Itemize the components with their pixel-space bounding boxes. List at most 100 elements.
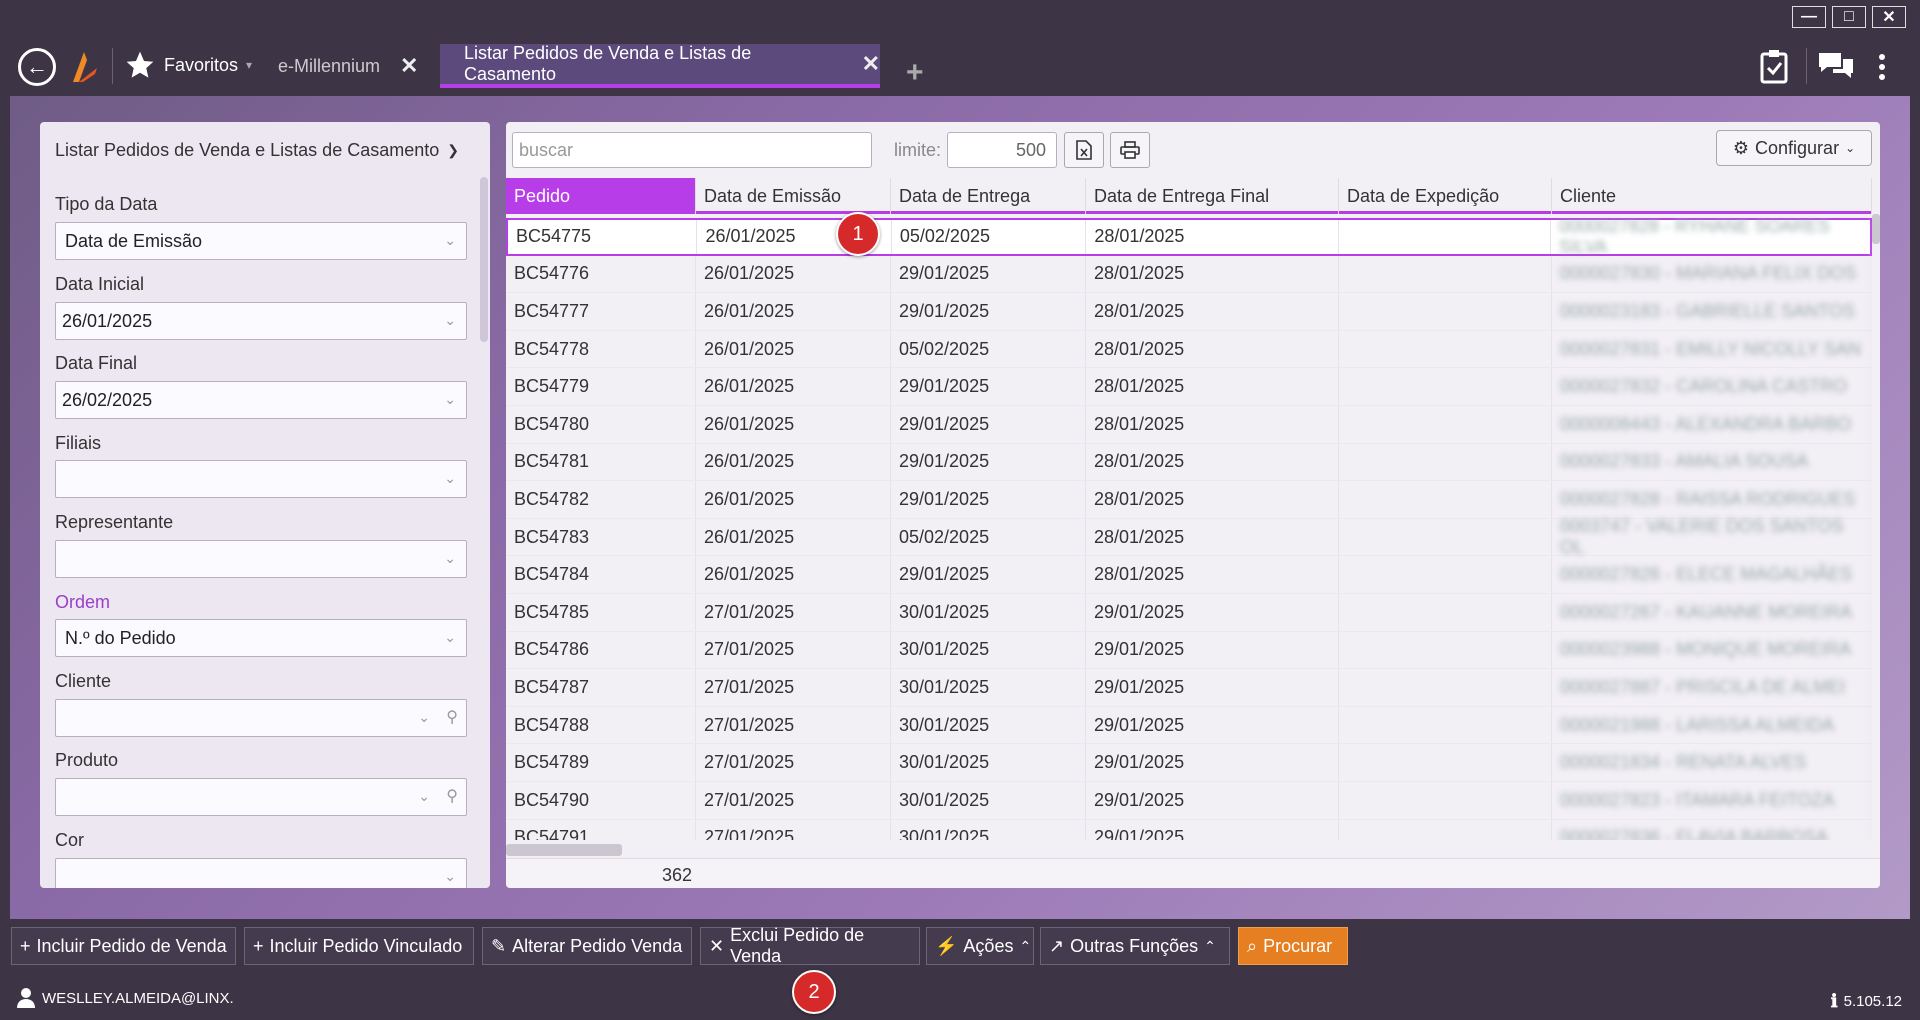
column-header[interactable]: Pedido xyxy=(506,178,696,214)
print-icon[interactable] xyxy=(1110,132,1150,168)
excluir-pedido-button[interactable]: ✕ Exclui Pedido de Venda xyxy=(700,925,920,966)
table-row[interactable]: BC54786 27/01/2025 30/01/2025 29/01/2025 000… xyxy=(506,631,1872,670)
table-cell: 05/02/2025 xyxy=(891,518,1086,556)
chevron-up-icon: ⌃ xyxy=(1019,937,1032,954)
close-tab-icon[interactable]: ✕ xyxy=(400,53,418,79)
table-row[interactable]: BC54785 27/01/2025 30/01/2025 29/01/2025 000… xyxy=(506,593,1872,632)
table-cell: BC54775 xyxy=(508,220,698,254)
table-cell: 28/01/2025 xyxy=(1086,481,1339,518)
tab-listar-pedidos[interactable]: Listar Pedidos de Venda e Listas de Casa… xyxy=(440,43,880,88)
column-header[interactable]: Data de Entrega xyxy=(891,178,1086,214)
table-row[interactable]: BC54784 26/01/2025 29/01/2025 28/01/2025 000… xyxy=(506,556,1872,594)
tipo-data-label: Tipo da Data xyxy=(55,194,158,214)
table-cell: BC54789 xyxy=(506,744,696,781)
table-cell: 0000027832 - CAROLINA CASTRO xyxy=(1552,368,1872,405)
table-row[interactable]: BC54790 27/01/2025 30/01/2025 29/01/2025 000… xyxy=(506,781,1872,820)
star-icon xyxy=(126,51,154,78)
filter-panel-title[interactable]: Listar Pedidos de Venda e Listas de Casa… xyxy=(55,140,459,161)
search-icon[interactable]: ⚲ xyxy=(446,707,458,727)
column-header[interactable]: Data de Emissão xyxy=(696,178,891,214)
table-cell: 29/01/2025 xyxy=(891,368,1086,405)
table-cell xyxy=(1339,781,1552,819)
representante-select[interactable]: ⌄ xyxy=(55,540,467,578)
chat-icon[interactable] xyxy=(1816,48,1856,84)
table-row[interactable]: BC54777 26/01/2025 29/01/2025 28/01/2025 000… xyxy=(506,293,1872,331)
filiais-select[interactable]: ⌄ xyxy=(55,460,467,498)
maximize-button[interactable]: □ xyxy=(1832,6,1866,28)
version-info[interactable]: ℹ 5.105.12 xyxy=(1831,991,1902,1012)
ordem-select[interactable]: N.º do Pedido ⌄ xyxy=(55,619,467,657)
search-icon[interactable]: ⚲ xyxy=(446,786,458,806)
tipo-data-select[interactable]: Data de Emissão ⌄ xyxy=(55,222,467,260)
table-cell: 0000027823 - ITAMARA FEITOZA xyxy=(1552,781,1872,819)
table-row[interactable]: BC54782 26/01/2025 29/01/2025 28/01/2025 000… xyxy=(506,481,1872,519)
table-row[interactable]: BC54778 26/01/2025 05/02/2025 28/01/2025 000… xyxy=(506,330,1872,369)
export-excel-icon[interactable] xyxy=(1064,132,1104,168)
table-row[interactable]: BC54776 26/01/2025 29/01/2025 28/01/2025 000… xyxy=(506,255,1872,294)
app-logo-icon[interactable] xyxy=(68,46,100,86)
data-inicial-field[interactable]: 26/01/2025 ⌄ xyxy=(55,302,467,340)
table-cell: 27/01/2025 xyxy=(696,706,891,744)
column-header[interactable]: Data de Entrega Final xyxy=(1086,178,1339,214)
minimize-button[interactable]: — xyxy=(1792,6,1826,28)
favorites-menu[interactable]: Favoritos ▾ xyxy=(124,48,252,82)
table-cell: 0000027831 - EMILLY NICOLLY SAN xyxy=(1552,330,1872,368)
horizontal-scrollbar[interactable] xyxy=(506,844,622,856)
table-cell: 05/02/2025 xyxy=(892,220,1087,254)
table-row[interactable]: BC54791 27/01/2025 30/01/2025 29/01/2025 000… xyxy=(506,819,1872,840)
table-cell: 0000027830 - MARIANA FELIX DOS xyxy=(1552,255,1872,293)
table-cell: BC54780 xyxy=(506,405,696,443)
cliente-field[interactable]: ⌄ ⚲ xyxy=(55,699,467,737)
table-cell: 28/01/2025 xyxy=(1086,220,1339,254)
produto-label: Produto xyxy=(55,750,119,770)
acoes-button[interactable]: ⚡ Ações ⌃ xyxy=(926,927,1034,965)
table-cell: 29/01/2025 xyxy=(891,481,1086,518)
back-arrow-icon[interactable]: ← xyxy=(18,48,56,86)
table-row[interactable]: BC54781 26/01/2025 29/01/2025 28/01/2025 000… xyxy=(506,443,1872,482)
table-cell: 29/01/2025 xyxy=(1086,631,1339,669)
close-window-button[interactable]: ✕ xyxy=(1872,6,1906,28)
table-cell: 26/01/2025 xyxy=(696,481,891,518)
produto-field[interactable]: ⌄ ⚲ xyxy=(55,778,467,816)
incluir-vinculado-button[interactable]: + Incluir Pedido Vinculado xyxy=(244,927,474,965)
limit-input[interactable]: 500 xyxy=(947,132,1057,168)
column-header[interactable]: Cliente xyxy=(1552,178,1872,214)
tab-e-millennium[interactable]: e-Millennium ✕ xyxy=(278,44,426,88)
table-cell xyxy=(1339,518,1552,556)
configure-button[interactable]: ⚙ Configurar ⌄ xyxy=(1716,130,1872,166)
filter-scrollbar[interactable] xyxy=(480,177,488,342)
table-cell: 26/01/2025 xyxy=(696,293,891,330)
cor-select[interactable]: ⌄ xyxy=(55,858,467,888)
table-row[interactable]: BC54775 26/01/2025 05/02/2025 28/01/2025 000… xyxy=(506,218,1872,257)
table-row[interactable]: BC54788 27/01/2025 30/01/2025 29/01/2025 000… xyxy=(506,706,1872,745)
outras-funcoes-button[interactable]: ↗ Outras Funções ⌃ xyxy=(1040,927,1230,965)
table-cell xyxy=(1339,593,1552,631)
close-tab-icon[interactable]: ✕ xyxy=(862,51,880,77)
table-row[interactable]: BC54780 26/01/2025 29/01/2025 28/01/2025 000… xyxy=(506,405,1872,444)
more-options-icon[interactable] xyxy=(1874,50,1890,84)
incluir-pedido-button[interactable]: + Incluir Pedido de Venda xyxy=(11,927,236,965)
table-cell: 28/01/2025 xyxy=(1086,293,1339,330)
table-row[interactable]: BC54789 27/01/2025 30/01/2025 29/01/2025 000… xyxy=(506,744,1872,782)
table-header: Pedido Data de Emissão Data de Entrega D… xyxy=(506,178,1872,214)
search-input[interactable]: buscar xyxy=(512,132,872,168)
table-row[interactable]: BC54783 26/01/2025 05/02/2025 28/01/2025 000… xyxy=(506,516,1872,557)
table-cell: 26/01/2025 xyxy=(696,330,891,368)
add-tab-icon[interactable]: + xyxy=(906,56,924,90)
table-row[interactable]: BC54779 26/01/2025 29/01/2025 28/01/2025 000… xyxy=(506,368,1872,406)
table-row[interactable]: BC54787 27/01/2025 30/01/2025 29/01/2025 000… xyxy=(506,669,1872,707)
table-cell: 29/01/2025 xyxy=(1086,593,1339,631)
column-header[interactable]: Data de Expedição xyxy=(1339,178,1552,214)
data-final-field[interactable]: 26/02/2025 ⌄ xyxy=(55,381,467,419)
chevron-up-icon: ⌃ xyxy=(1204,937,1216,954)
alterar-pedido-button[interactable]: ✎ Alterar Pedido Venda xyxy=(482,927,692,965)
vertical-scrollbar[interactable] xyxy=(1872,214,1880,244)
close-icon: ✕ xyxy=(709,935,725,956)
table-cell: 26/01/2025 xyxy=(696,405,891,443)
table-cell: 0000021988 - LARISSA ALMEIDA xyxy=(1552,706,1872,744)
procurar-button[interactable]: ⌕ Procurar xyxy=(1238,927,1348,965)
table-cell: 29/01/2025 xyxy=(891,556,1086,593)
table-cell: BC54778 xyxy=(506,330,696,368)
clipboard-icon[interactable] xyxy=(1756,46,1792,86)
table-cell: 30/01/2025 xyxy=(891,593,1086,631)
